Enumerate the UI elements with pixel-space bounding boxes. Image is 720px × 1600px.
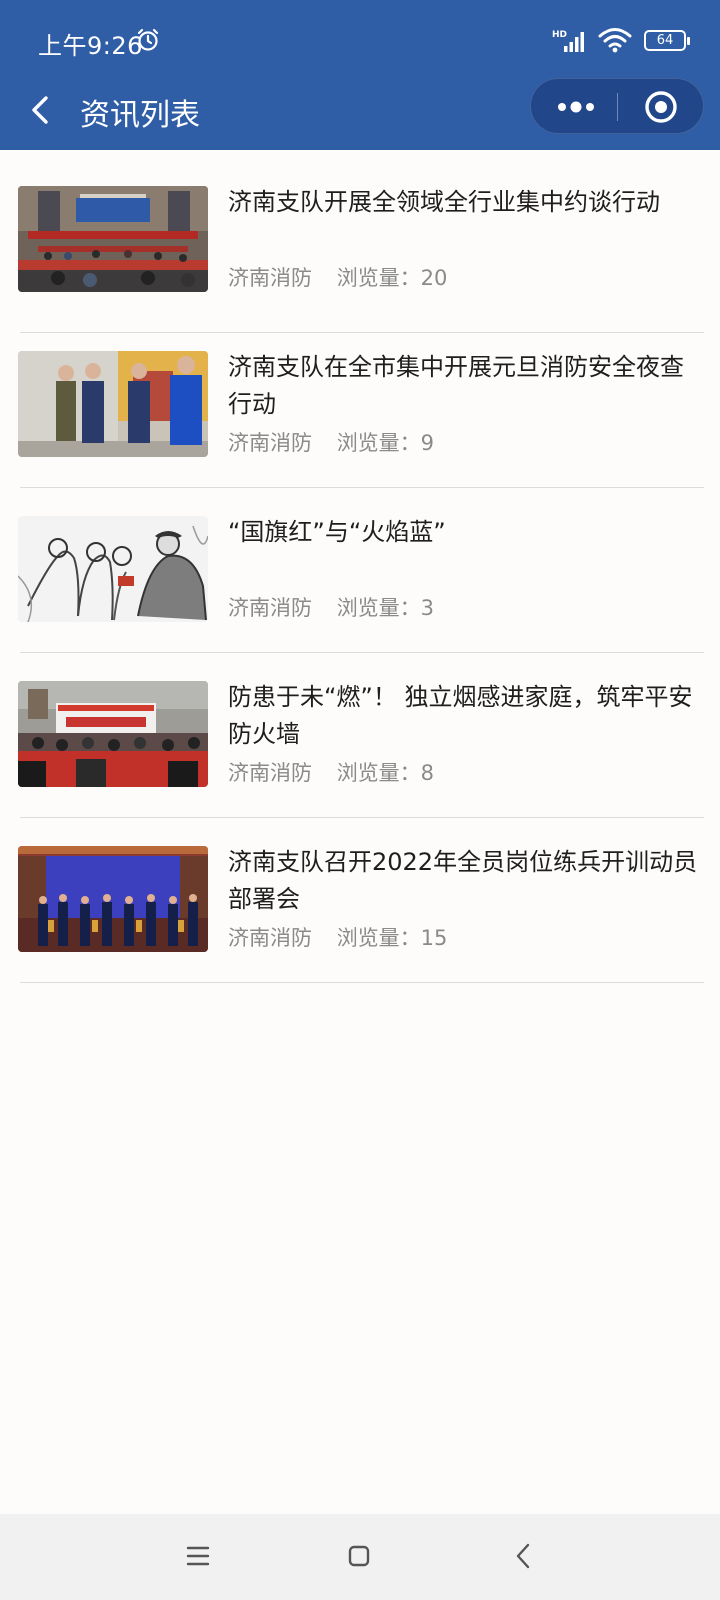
system-back-icon[interactable] (512, 1542, 536, 1570)
news-meta: 济南消防 浏览量：9 (228, 427, 434, 457)
battery-indicator: 64 (644, 30, 690, 51)
news-title[interactable]: 济南支队召开2022年全员岗位练兵开训动员部署会 (228, 844, 700, 918)
news-views: 浏览量：20 (336, 266, 448, 290)
news-title[interactable]: 济南支队在全市集中开展元旦消防安全夜查行动 (228, 349, 700, 423)
news-source: 济南消防 (228, 926, 312, 950)
news-title[interactable]: 济南支队开展全领域全行业集中约谈行动 (228, 184, 700, 221)
app-header: 上午9:26 HD 64 资讯列表 (0, 0, 720, 150)
system-navigation-bar (0, 1514, 720, 1600)
back-arrow-icon[interactable] (24, 90, 60, 130)
news-thumbnail (18, 186, 208, 292)
news-thumbnail (18, 846, 208, 952)
news-item[interactable]: “国旗红”与“火焰蓝” 济南消防 浏览量：3 (0, 480, 720, 653)
wifi-icon (598, 28, 632, 53)
navigation-bar: 资讯列表 (0, 78, 720, 150)
news-meta: 济南消防 浏览量：8 (228, 757, 434, 787)
news-item[interactable]: 济南支队在全市集中开展元旦消防安全夜查行动 济南消防 浏览量：9 (0, 315, 720, 488)
status-time: 上午9:26 (38, 32, 143, 60)
news-title[interactable]: “国旗红”与“火焰蓝” (228, 514, 700, 551)
status-bar: 上午9:26 HD 64 (0, 0, 720, 80)
news-meta: 济南消防 浏览量：15 (228, 922, 447, 952)
item-divider (20, 982, 704, 983)
news-meta: 济南消防 浏览量：20 (228, 262, 447, 292)
news-source: 济南消防 (228, 596, 312, 620)
news-item[interactable]: 济南支队开展全领域全行业集中约谈行动 济南消防 浏览量：20 (0, 150, 720, 333)
news-meta: 济南消防 浏览量：3 (228, 592, 434, 622)
svg-text:HD: HD (552, 30, 567, 40)
capsule-divider (617, 93, 618, 121)
news-item[interactable]: 济南支队召开2022年全员岗位练兵开训动员部署会 济南消防 浏览量：15 (0, 810, 720, 983)
close-mini-program-icon[interactable] (643, 89, 679, 125)
news-thumbnail (18, 516, 208, 622)
news-source: 济南消防 (228, 431, 312, 455)
news-thumbnail (18, 681, 208, 787)
news-views: 浏览量：9 (336, 431, 435, 455)
home-icon[interactable] (347, 1544, 371, 1568)
signal-icon: HD (552, 30, 584, 52)
news-views: 浏览量：3 (336, 596, 435, 620)
menu-icon[interactable] (186, 1544, 210, 1568)
page-title: 资讯列表 (80, 98, 200, 133)
more-options-icon[interactable] (553, 93, 599, 121)
news-title[interactable]: 防患于未“燃”！ 独立烟感进家庭，筑牢平安防火墙 (228, 679, 700, 753)
mini-program-capsule (530, 78, 704, 134)
news-source: 济南消防 (228, 761, 312, 785)
news-item[interactable]: 防患于未“燃”！ 独立烟感进家庭，筑牢平安防火墙 济南消防 浏览量：8 (0, 645, 720, 818)
news-thumbnail (18, 351, 208, 457)
news-source: 济南消防 (228, 266, 312, 290)
alarm-icon (137, 28, 159, 51)
news-views: 浏览量：8 (336, 761, 435, 785)
news-views: 浏览量：15 (336, 926, 448, 950)
